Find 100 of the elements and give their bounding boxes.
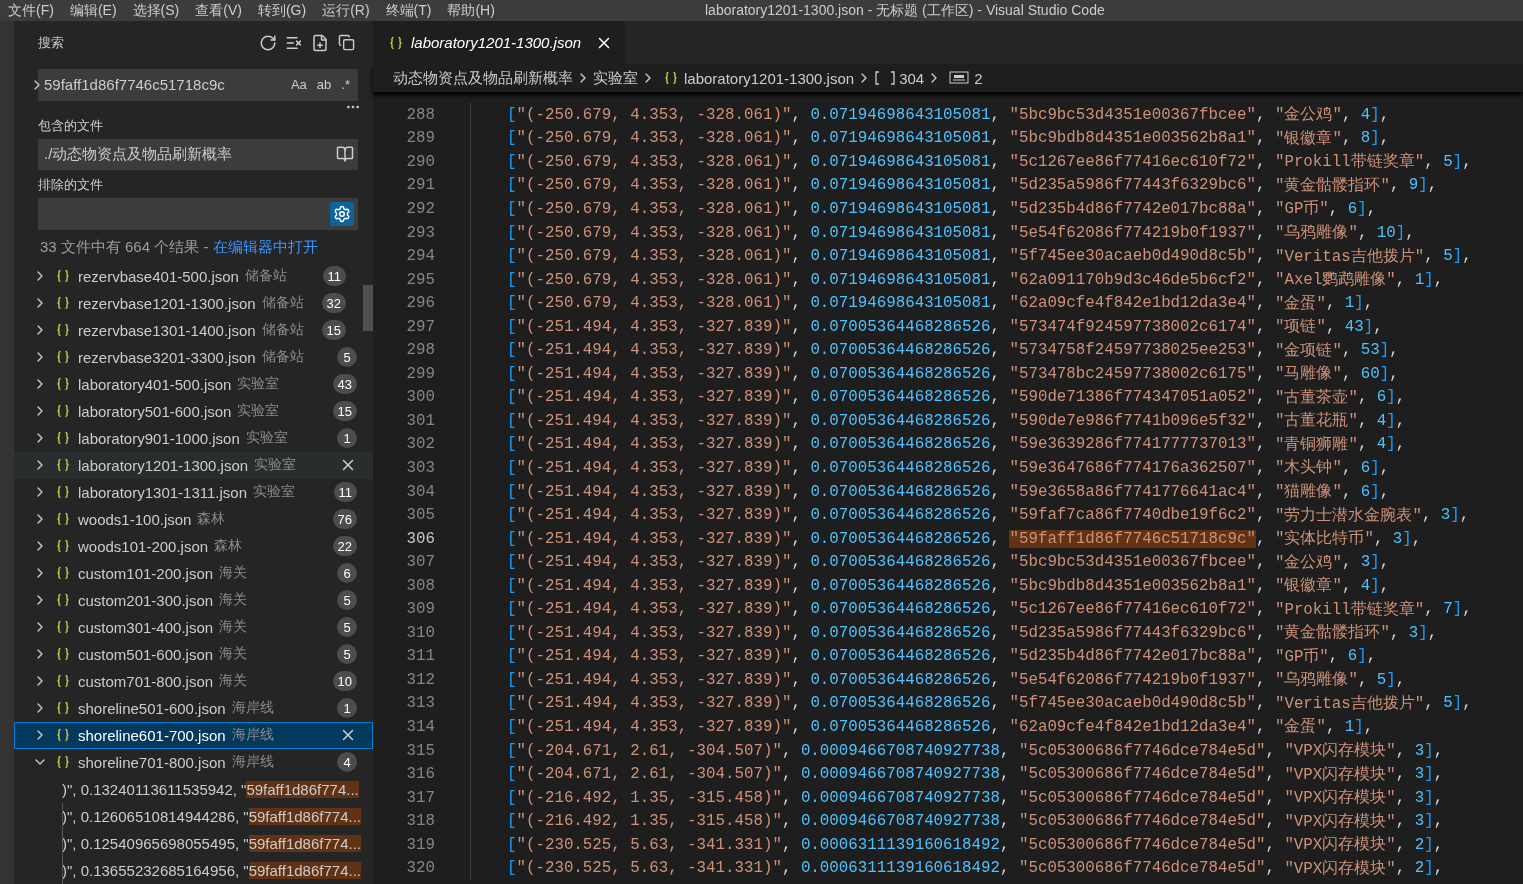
- book-icon[interactable]: [336, 145, 354, 164]
- result-file-row[interactable]: laboratory1301-1311.json 实验室 11: [14, 478, 373, 506]
- code-line: ["(-251.494, 4.353, -327.839)", 0.07005364468286526, "5f745ee30acaeb0d490d8c5b", "Veritas吉他拨片", 5],: [470, 691, 1472, 716]
- line-number: 320: [405, 859, 435, 878]
- line-number: 302: [405, 435, 435, 454]
- menu-item[interactable]: 帮助(H): [439, 1, 503, 20]
- line-number: 291: [405, 176, 435, 195]
- search-option-toggle[interactable]: .*: [337, 75, 354, 95]
- menu-item[interactable]: 文件(F): [0, 1, 62, 20]
- result-file-row[interactable]: laboratory501-600.json 实验室 15: [14, 397, 373, 425]
- result-count: 1: [337, 698, 357, 719]
- settings-toggle[interactable]: [330, 202, 354, 226]
- line-number: 316: [405, 765, 435, 784]
- result-file-row[interactable]: rezervbase1201-1300.json 储备站 32: [14, 289, 362, 317]
- result-file-row[interactable]: shoreline701-800.json 海岸线 4: [14, 748, 373, 776]
- code-line: ["(-250.679, 4.353, -328.061)", 0.07194698643105081, "5e54f62086f774219b0f1937", "乌鸦雕像", 10],: [470, 220, 1415, 245]
- result-file-row[interactable]: laboratory401-500.json 实验室 43: [14, 370, 373, 398]
- file-name: laboratory401-500.json: [78, 375, 232, 393]
- scrollbar-thumb[interactable]: [363, 285, 373, 331]
- menu-item[interactable]: 选择(S): [124, 1, 188, 20]
- line-number: 299: [405, 364, 435, 383]
- file-name: laboratory901-1000.json: [78, 429, 240, 447]
- file-name: custom301-400.json: [78, 618, 214, 636]
- menu-item[interactable]: 转到(G): [249, 1, 315, 20]
- line-number: 288: [405, 105, 435, 124]
- file-name: shoreline501-600.json: [78, 699, 226, 717]
- array-icon: [874, 70, 897, 86]
- menu-item[interactable]: 终端(T): [377, 1, 440, 20]
- breadcrumb-item[interactable]: laboratory1201-1300.json: [684, 69, 855, 87]
- result-file-row[interactable]: woods101-200.json 森林 22: [14, 532, 373, 560]
- result-count: 5: [337, 590, 357, 611]
- line-number: 301: [405, 411, 435, 430]
- result-file-row[interactable]: custom301-400.json 海关 5: [14, 613, 373, 641]
- code-line: ["(-250.679, 4.353, -328.061)", 0.07194698643105081, "5d235b4d86f7742e017bc88a", "GP币", 6],: [470, 197, 1377, 221]
- match-line[interactable]: )", 0.12606510814944286, "59faff1d86f774...: [14, 802, 373, 830]
- code-line: ["(-251.494, 4.353, -327.839)", 0.07005364468286526, "5d235b4d86f7742e017bc88a", "GP币", 6],: [470, 644, 1377, 669]
- code-line: ["(-251.494, 4.353, -327.839)", 0.07005364468286526, "59faf7ca86f7740dbe19f6c2", "劳力士潜水金腕表", 3],: [470, 503, 1470, 527]
- folder-name: 海关: [219, 591, 248, 610]
- search-field[interactable]: 59faff1d86f7746c51718c9c Aa ab .*: [38, 68, 358, 101]
- result-count: 5: [337, 617, 357, 638]
- result-file-row[interactable]: laboratory901-1000.json 实验室 1: [14, 424, 373, 452]
- breadcrumb-item[interactable]: 304: [899, 69, 925, 87]
- editor-tab[interactable]: laboratory1201-1300.json: [373, 21, 625, 64]
- result-file-row[interactable]: custom101-200.json 海关 6: [14, 559, 373, 587]
- line-number: 292: [405, 199, 435, 218]
- result-file-row[interactable]: rezervbase1301-1400.json 储备站 15: [14, 316, 362, 344]
- json-icon: [56, 323, 70, 338]
- exclude-field[interactable]: [38, 198, 358, 230]
- line-number: 312: [405, 670, 435, 689]
- menu-item[interactable]: 查看(V): [187, 1, 250, 20]
- result-count: 32: [321, 293, 346, 314]
- file-name: rezervbase401-500.json: [78, 267, 239, 285]
- folder-name: 储备站: [244, 267, 287, 286]
- result-file-row[interactable]: woods1-100.json 森林 76: [14, 505, 373, 533]
- file-name: laboratory501-600.json: [78, 402, 232, 420]
- breadcrumb-item[interactable]: 动态物资点及物品刷新概率: [393, 68, 573, 88]
- open-in-editor-link[interactable]: 在编辑器中打开: [212, 237, 318, 255]
- code-line: ["(-251.494, 4.353, -327.839)", 0.07005364468286526, "59e3647686f774176a362507", "木头钟", 6],: [470, 456, 1390, 480]
- folder-name: 海岸线: [231, 726, 274, 745]
- folder-name: 海岸线: [231, 699, 274, 718]
- result-file-row[interactable]: shoreline501-600.json 海岸线 1: [14, 694, 373, 722]
- result-count: 1: [337, 428, 357, 449]
- result-file-row[interactable]: laboratory1201-1300.json 实验室: [14, 451, 373, 479]
- search-option-toggle[interactable]: Aa: [286, 75, 311, 95]
- match-line[interactable]: )", 0.12540965698055495, "59faff1d86f774...: [14, 829, 373, 857]
- file-name: woods1-100.json: [78, 510, 192, 528]
- result-file-row[interactable]: custom201-300.json 海关 5: [14, 586, 373, 614]
- code-line: ["(-204.671, 2.61, -304.507)", 0.0009466708740927738, "5c05300686f7746dce784e5d", "VPX闪存模块", 3],: [470, 738, 1444, 763]
- match-line[interactable]: )", 0.13655232685164956, "59faff1d86f774...: [14, 856, 373, 884]
- code-line: ["(-251.494, 4.353, -327.839)", 0.07005364468286526, "590de71386f774347051a052", "古董茶壶", 6],: [470, 385, 1406, 410]
- file-name: rezervbase1301-1400.json: [78, 321, 256, 339]
- code-line: ["(-251.494, 4.353, -327.839)", 0.07005364468286526, "5bc9bc53d4351e00367fbcee", "金公鸡", 3],: [470, 550, 1390, 574]
- line-number: 295: [405, 270, 435, 289]
- code-line: ["(-216.492, 1.35, -315.458)", 0.0009466708740927738, "5c05300686f7746dce784e5d", "VPX闪存模块", 3],: [470, 809, 1444, 833]
- line-number: 300: [405, 388, 435, 407]
- match-line[interactable]: )", 0.13240113611535942, "59faff1d86f774...: [14, 775, 373, 803]
- breadcrumb-item[interactable]: 2: [974, 69, 983, 87]
- menu-item[interactable]: 运行(R): [314, 1, 378, 20]
- breadcrumb-item[interactable]: 实验室: [593, 68, 638, 88]
- result-file-row[interactable]: rezervbase3201-3300.json 储备站 5: [14, 343, 373, 371]
- folder-name: 实验室: [253, 483, 295, 502]
- code-line: ["(-216.492, 1.35, -315.458)", 0.0009466708740927738, "5c05300686f7746dce784e5d", "VPX闪存模块", 3],: [470, 785, 1444, 810]
- search-option-toggle[interactable]: ab: [312, 75, 336, 95]
- line-number: 313: [405, 694, 435, 713]
- result-file-row[interactable]: rezervbase401-500.json 储备站 11: [14, 262, 362, 290]
- menu-item[interactable]: 编辑(E): [61, 1, 125, 20]
- folder-name: 实验室: [254, 456, 297, 475]
- result-file-row[interactable]: custom501-600.json 海关 5: [14, 640, 373, 668]
- result-file-row[interactable]: custom701-800.json 海关 10: [14, 667, 373, 695]
- code-line: ["(-250.679, 4.353, -328.061)", 0.07194698643105081, "5c1267ee86f77416ec610f72", "Prokill带链奖章", 5],: [470, 150, 1472, 174]
- json-icon: [56, 404, 70, 419]
- folder-name: 海关: [219, 672, 248, 691]
- include-field[interactable]: ./动态物资点及物品刷新概率: [38, 138, 358, 171]
- code-line: ["(-251.494, 4.353, -327.839)", 0.07005364468286526, "62a09cfe4f842e1bd12da3e4", "金蛋", 1],: [470, 715, 1374, 739]
- file-name: shoreline701-800.json: [78, 753, 226, 771]
- code-line: ["(-250.679, 4.353, -328.061)", 0.07194698643105081, "62a091170b9d3c46de5b6cf2", "Axel鹦鹉雕像", 1],: [470, 267, 1444, 292]
- folder-name: 储备站: [261, 321, 304, 340]
- json-icon: [56, 539, 70, 554]
- result-file-row[interactable]: shoreline601-700.json 海岸线: [14, 721, 373, 749]
- line-number: 309: [405, 600, 435, 619]
